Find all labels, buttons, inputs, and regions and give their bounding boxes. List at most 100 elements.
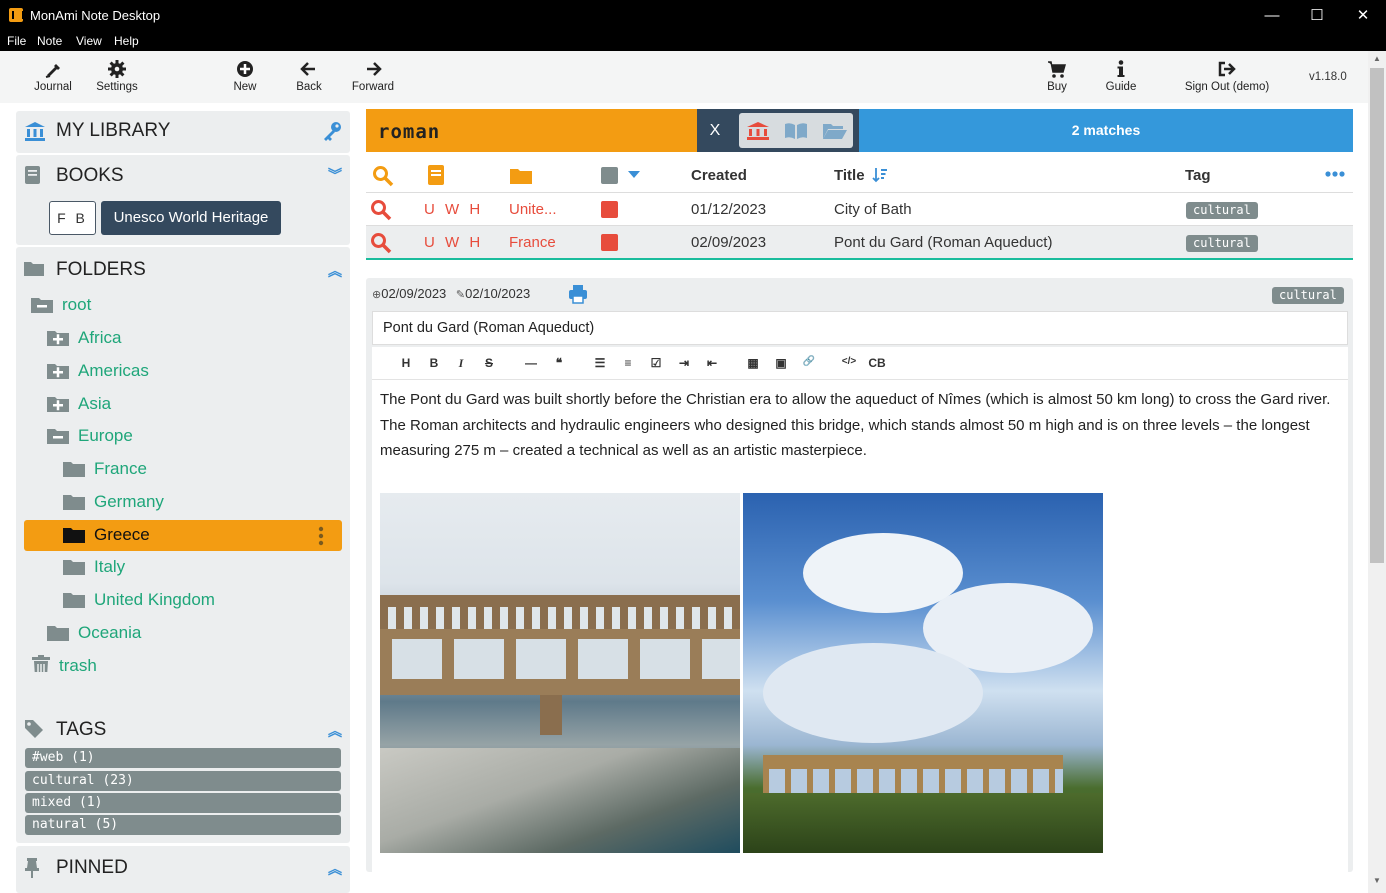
folder-france[interactable]: France: [24, 456, 342, 484]
open-note-search-icon[interactable]: [370, 199, 392, 221]
buy-button[interactable]: Buy: [1041, 59, 1073, 93]
version-label: v1.18.0: [1309, 71, 1347, 83]
more-vertical-icon[interactable]: [318, 526, 324, 546]
image-button[interactable]: ▣: [772, 356, 790, 370]
tag-web[interactable]: #web (1): [25, 748, 341, 768]
open-note-search-icon[interactable]: [370, 232, 392, 254]
scroll-up-icon[interactable]: ▲: [1370, 54, 1384, 66]
folder-africa[interactable]: Africa: [24, 325, 342, 353]
settings-label: Settings: [96, 81, 138, 93]
quote-button[interactable]: ❝: [550, 356, 568, 370]
book-scope-icon[interactable]: [784, 122, 808, 140]
trash-icon: [32, 655, 50, 672]
folder-scope-icon[interactable]: [822, 122, 848, 140]
more-horizontal-icon[interactable]: [1325, 171, 1345, 177]
folder-icon: [63, 593, 85, 608]
library-panel[interactable]: MY LIBRARY: [16, 111, 350, 153]
close-window-button[interactable]: ✕: [1340, 0, 1386, 31]
journal-button[interactable]: Journal: [30, 59, 76, 93]
collapse-folders-icon[interactable]: ︽: [328, 261, 342, 281]
menu-file[interactable]: File: [7, 34, 26, 48]
note-title-field[interactable]: Pont du Gard (Roman Aqueduct): [372, 311, 1348, 345]
note-image-bridge-river[interactable]: [380, 493, 740, 853]
key-icon[interactable]: [322, 121, 342, 141]
heading-button[interactable]: H: [397, 356, 415, 370]
folder-italy[interactable]: Italy: [24, 554, 342, 582]
link-button[interactable]: 🔗: [800, 356, 818, 367]
menu-view[interactable]: View: [76, 34, 102, 48]
new-note-button[interactable]: New: [225, 59, 265, 93]
checklist-button[interactable]: ☑: [647, 356, 665, 370]
strikethrough-button[interactable]: S: [480, 356, 498, 370]
collapse-tags-icon[interactable]: ︽: [328, 721, 342, 741]
indent-button[interactable]: ⇥: [675, 356, 693, 370]
numbered-list-button[interactable]: ≡: [619, 356, 637, 370]
tags-title: TAGS: [56, 719, 107, 740]
note-image-bridge-sky[interactable]: [743, 493, 1103, 853]
collapse-books-icon[interactable]: ︾: [328, 165, 342, 185]
tag-cultural[interactable]: cultural (23): [25, 771, 341, 791]
image-part: [380, 748, 740, 853]
code-block-button[interactable]: CB: [868, 356, 886, 370]
search-scope-toggle: [739, 113, 853, 148]
settings-button[interactable]: Settings: [94, 59, 140, 93]
book-column-icon[interactable]: [427, 164, 445, 186]
code-button[interactable]: </>: [840, 356, 858, 367]
guide-button[interactable]: Guide: [1101, 59, 1141, 93]
row-tag[interactable]: cultural: [1186, 235, 1258, 252]
sort-desc-icon[interactable]: [872, 167, 888, 183]
header-created[interactable]: Created: [691, 167, 747, 184]
bullet-list-button[interactable]: ☰: [591, 356, 609, 370]
header-title[interactable]: Title: [834, 167, 865, 184]
folder-united-kingdom[interactable]: United Kingdom: [24, 587, 342, 615]
folder-americas[interactable]: Americas: [24, 358, 342, 386]
scroll-down-icon[interactable]: ▼: [1370, 876, 1384, 888]
new-label: New: [233, 81, 257, 93]
table-row-selected[interactable]: U W H France 02/09/2023 Pont du Gard (Ro…: [366, 226, 1353, 259]
horizontal-rule-button[interactable]: —: [522, 356, 540, 370]
folder-column-icon[interactable]: [510, 167, 532, 184]
back-label: Back: [296, 81, 322, 93]
scrollbar-thumb[interactable]: [1370, 68, 1384, 563]
clear-search-button[interactable]: X: [697, 109, 733, 152]
folder-asia[interactable]: Asia: [24, 391, 342, 419]
menu-help[interactable]: Help: [114, 34, 139, 48]
tag-mixed[interactable]: mixed (1): [25, 793, 341, 813]
folder-icon: [63, 495, 85, 510]
maximize-button[interactable]: ☐: [1294, 0, 1340, 31]
folder-trash[interactable]: trash: [24, 653, 342, 681]
image-part: [380, 679, 740, 695]
folder-greece-selected[interactable]: Greece: [24, 520, 342, 551]
header-tag[interactable]: Tag: [1185, 167, 1211, 184]
color-column-swatch[interactable]: [601, 167, 618, 184]
row-tag[interactable]: cultural: [1186, 202, 1258, 219]
tag-natural[interactable]: natural (5): [25, 815, 341, 835]
menu-note[interactable]: Note: [37, 34, 62, 48]
table-button[interactable]: ▦: [744, 356, 762, 370]
back-button[interactable]: Back: [289, 59, 329, 93]
note-body-text[interactable]: The Pont du Gard was built shortly befor…: [380, 387, 1340, 464]
outdent-button[interactable]: ⇤: [703, 356, 721, 370]
folder-plus-icon: [47, 331, 69, 346]
book-fb-button[interactable]: F B: [49, 201, 96, 235]
library-scope-icon[interactable]: [746, 121, 770, 141]
folder-germany[interactable]: Germany: [24, 489, 342, 517]
folder-root[interactable]: root: [24, 292, 342, 320]
bold-button[interactable]: B: [425, 356, 443, 370]
folder-oceania[interactable]: Oceania: [24, 620, 342, 648]
folder-europe[interactable]: Europe: [24, 423, 342, 451]
book-unesco-button[interactable]: Unesco World Heritage: [101, 201, 281, 235]
print-icon[interactable]: [568, 284, 588, 304]
table-row[interactable]: U W H Unite... 01/12/2023 City of Bath c…: [366, 193, 1353, 226]
collapse-pinned-icon[interactable]: ︽: [328, 859, 342, 879]
forward-button[interactable]: Forward: [349, 59, 397, 93]
search-input[interactable]: roman: [378, 121, 440, 143]
image-part: [380, 639, 740, 679]
folder-minus-icon: [31, 298, 53, 313]
sign-out-button[interactable]: Sign Out (demo): [1180, 59, 1274, 93]
italic-button[interactable]: I: [452, 356, 470, 371]
pen-icon: [45, 64, 60, 78]
caret-down-icon[interactable]: [628, 171, 640, 179]
minimize-button[interactable]: —: [1249, 0, 1295, 31]
note-tag[interactable]: cultural: [1272, 287, 1344, 304]
